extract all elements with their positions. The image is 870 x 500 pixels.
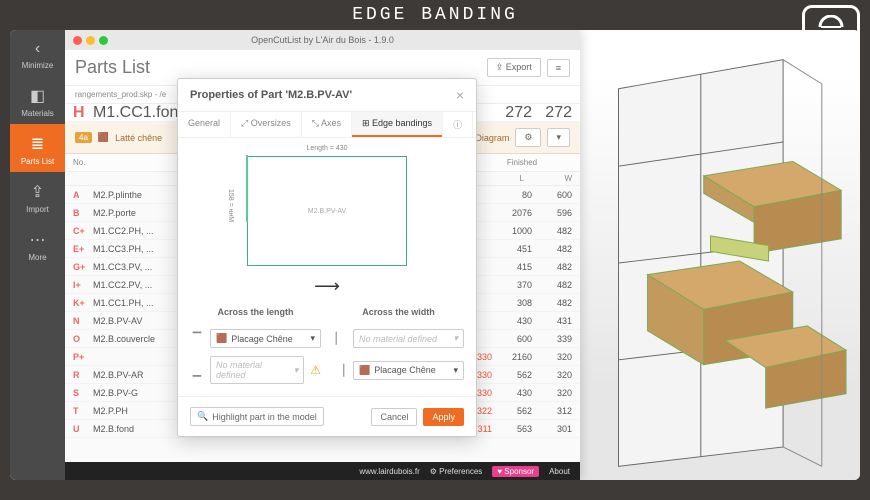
row-letter: E+: [73, 244, 93, 254]
row-letter: O: [73, 334, 93, 344]
export-button[interactable]: ⇪ Export: [487, 58, 541, 77]
row-letter: S: [73, 388, 93, 398]
footer: www.lairdubois.fr ⚙ Preferences ♥ Sponso…: [65, 462, 580, 480]
sidebar-item-minimize[interactable]: ‹Minimize: [10, 30, 65, 76]
edge-left-icon: ▏: [333, 332, 347, 345]
wood-icon: 🟫: [98, 132, 109, 143]
part-properties-modal: Properties of Part 'M2.B.PV-AV' × Genera…: [177, 78, 477, 437]
modal-close-icon[interactable]: ×: [456, 87, 464, 103]
tab-axes[interactable]: ⤡ Axes: [302, 112, 352, 137]
page-banner: EDGE BANDING: [0, 0, 870, 30]
sidebar-item-more[interactable]: ⋯More: [10, 220, 65, 268]
edge-width-2-select[interactable]: 🟫 Placage Chêne ▾: [353, 361, 464, 380]
row-letter: T: [73, 406, 93, 416]
part-preview: Length = 430 158 = ዛዞM M2.B.PV-AV: [247, 156, 407, 266]
tab-oversizes[interactable]: ⤢ Oversizes: [231, 112, 302, 137]
row-letter: B: [73, 208, 93, 218]
footer-site[interactable]: www.lairdubois.fr: [359, 467, 419, 476]
row-letter: H: [73, 104, 93, 122]
row-letter: I+: [73, 280, 93, 290]
edge-length-1-select[interactable]: 🟫 Placage Chêne ▾: [210, 329, 321, 348]
import-icon: ⇪: [12, 182, 63, 202]
footer-about[interactable]: About: [549, 467, 570, 476]
row-letter: P+: [73, 352, 93, 362]
material-chip: 4a: [75, 132, 92, 143]
col-finished: Finished: [472, 158, 572, 167]
footer-prefs[interactable]: ⚙ Preferences: [430, 467, 483, 476]
row-letter: C+: [73, 226, 93, 236]
sidebar-item-parts-list[interactable]: ≣Parts List: [10, 124, 65, 172]
edge-length-2-select[interactable]: No material defined▾: [210, 356, 304, 384]
menu-button[interactable]: ≡: [547, 59, 570, 77]
more-icon: ⋯: [12, 230, 63, 250]
sidebar-item-import[interactable]: ⇪Import: [10, 172, 65, 220]
modal-title: Properties of Part 'M2.B.PV-AV': [190, 89, 352, 101]
row-letter: G+: [73, 262, 93, 272]
tab-info[interactable]: ⓘ: [443, 112, 473, 137]
row-letter: N: [73, 316, 93, 326]
titlebar: OpenCutList by L'Air du Bois - 1.9.0: [65, 30, 580, 50]
row-letter: A: [73, 190, 93, 200]
material-expand-button[interactable]: ▾: [547, 128, 570, 147]
footer-sponsor[interactable]: ♥ Sponsor: [492, 466, 539, 477]
cabinet-render: [595, 50, 855, 476]
apply-button[interactable]: Apply: [423, 408, 464, 426]
row-letter: U: [73, 424, 93, 434]
edge-bottom-icon: ▁: [190, 364, 204, 377]
sidebar: ‹Minimize ◧Materials ≣Parts List ⇪Import…: [10, 30, 65, 480]
material-settings-button[interactable]: ⚙: [515, 128, 541, 147]
row-letter: K+: [73, 298, 93, 308]
edge-right-icon: ▕: [333, 364, 347, 377]
edge-top-icon: ▔: [190, 332, 204, 345]
window-title: OpenCutList by L'Air du Bois - 1.9.0: [65, 35, 580, 45]
list-icon: ≣: [12, 134, 63, 154]
highlight-part-button[interactable]: 🔍 Highlight part in the model: [190, 407, 324, 426]
row-letter: R: [73, 370, 93, 380]
chevron-left-icon: ‹: [12, 40, 63, 58]
col-across-width: Across the width: [333, 307, 464, 317]
col-no: No.: [73, 158, 97, 167]
sidebar-item-materials[interactable]: ◧Materials: [10, 76, 65, 124]
col-across-length: Across the length: [190, 307, 321, 317]
page-title: Parts List: [75, 57, 481, 78]
tab-general[interactable]: General: [178, 112, 231, 137]
edge-width-1-select[interactable]: No material defined▾: [353, 329, 464, 348]
cancel-button[interactable]: Cancel: [371, 408, 417, 426]
arrow-icon: ⟶: [190, 276, 464, 297]
warning-icon: ⚠: [310, 363, 321, 377]
materials-icon: ◧: [12, 86, 63, 106]
tab-edge-bandings[interactable]: ⊞ Edge bandings: [352, 112, 443, 137]
